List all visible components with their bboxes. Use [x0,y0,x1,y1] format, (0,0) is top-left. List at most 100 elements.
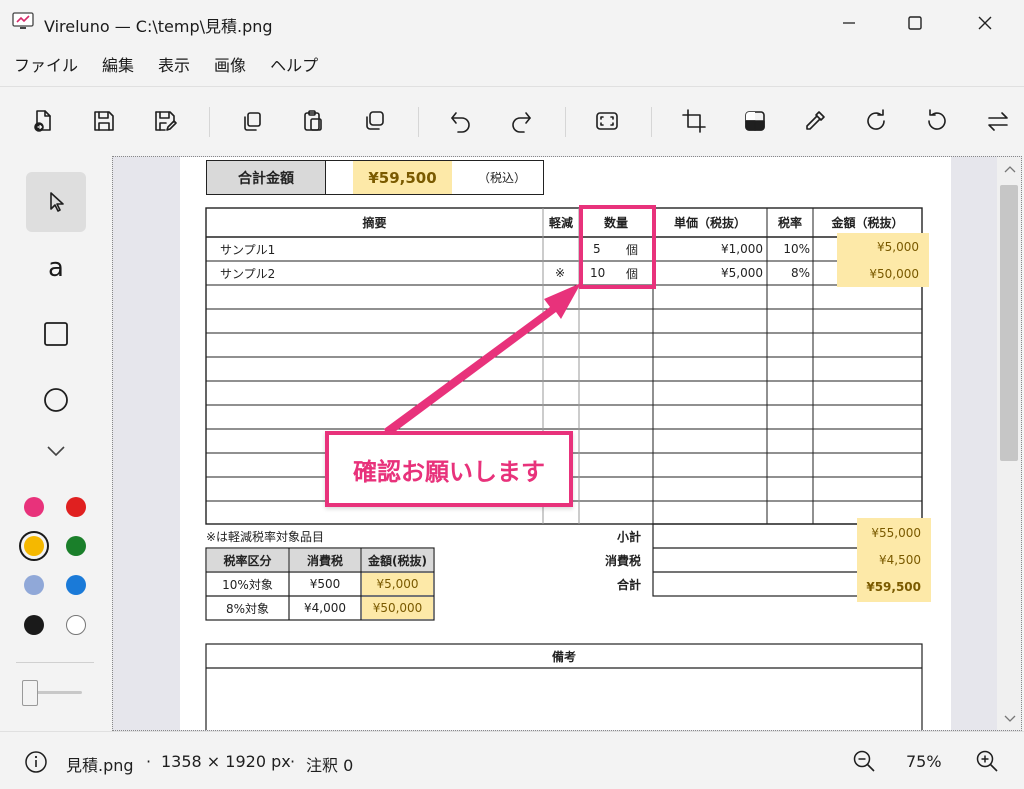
crop-button[interactable] [676,103,712,139]
title-bar: Vireluno — C:\temp\見積.png [0,0,1024,46]
scroll-down-icon[interactable] [1004,715,1016,723]
remarks-header: 備考 [551,649,576,664]
image-canvas[interactable]: 合計金額 ¥59,500 （税込） 摘要 軽減 数量 単価（税抜） 税率 金額（… [112,156,1022,731]
scroll-up-icon[interactable] [1004,165,1016,173]
invert-button[interactable] [737,103,773,139]
color-swatch-light-blue[interactable] [24,575,44,595]
status-separator: · [290,752,296,771]
rotate-left-button[interactable] [919,103,955,139]
info-icon[interactable] [24,750,48,774]
subtotal-label: 小計 [616,529,641,544]
minimize-icon [843,22,855,24]
zoom-out-icon[interactable] [852,749,876,773]
tax-row2-tax: ¥4,000 [304,601,346,615]
annotation-text: 確認お願いします [353,457,545,486]
color-swatch-yellow[interactable] [19,531,49,561]
color-swatch-black[interactable] [24,615,44,635]
close-icon [978,16,992,30]
save-as-icon [155,111,177,131]
document-image: 合計金額 ¥59,500 （税込） 摘要 軽減 数量 単価（税抜） 税率 金額（… [180,157,951,730]
menu-view[interactable]: 表示 [146,50,202,82]
more-tools-button[interactable] [26,436,86,466]
subtotal-value: ¥55,000 [857,518,931,548]
vertical-scrollbar[interactable] [997,157,1021,730]
consumption-tax-value: ¥4,500 [857,548,931,572]
fit-screen-icon [596,112,618,130]
rotate-right-icon [867,109,885,130]
stroke-width-slider[interactable] [22,680,38,706]
copy-icon [244,112,261,131]
rectangle-icon [44,322,68,346]
rectangle-tool[interactable] [26,304,86,364]
annotation-callout[interactable]: 確認お願いします [325,431,573,507]
zoom-level[interactable]: 75% [906,752,942,771]
crop-icon [682,109,706,133]
copy-button[interactable] [234,103,270,139]
menu-edit[interactable]: 編集 [90,50,146,82]
header-tax-rate: 税率 [777,216,802,230]
total-value-summary: ¥59,500 [857,572,931,602]
row1-rate: 10% [783,242,810,256]
paste-button[interactable] [295,103,331,139]
tax-row1-amount: ¥5,000 [362,573,433,595]
window-title: Vireluno — C:\temp\見積.png [44,17,273,36]
toolbar-separator [209,107,210,137]
save-icon [94,111,114,131]
undo-button[interactable] [443,103,479,139]
toolbar-separator [565,107,566,137]
tax-row2-amount: ¥50,000 [362,597,433,619]
toolbar [0,86,1024,156]
color-swatch-white[interactable] [66,615,86,635]
image-viewer-window: Vireluno — C:\temp\見積.png ファイル 編集 表示 画像 … [0,0,1024,789]
rotate-right-button[interactable] [858,103,894,139]
save-as-button[interactable] [147,103,183,139]
tax-row1-tax: ¥500 [309,577,341,591]
row2-item: サンプル2 [220,266,276,281]
color-swatch-blue[interactable] [66,575,86,595]
fit-screen-button[interactable] [589,103,625,139]
row1-amount: ¥5,000 [837,233,929,261]
paste-icon [304,110,322,131]
reduced-tax-note: ※は軽減税率対象品目 [206,529,325,544]
row1-item: サンプル1 [220,242,276,257]
eyedropper-button[interactable] [797,103,833,139]
color-swatch-pink[interactable] [24,497,44,517]
duplicate-button[interactable] [356,103,392,139]
color-swatch-green[interactable] [66,536,86,556]
redo-button[interactable] [503,103,539,139]
flip-button[interactable] [980,103,1016,139]
chevron-down-icon [47,446,65,457]
menu-file[interactable]: ファイル [0,50,90,82]
tax-header-category: 税率区分 [223,553,272,568]
annotation-highlight-rect[interactable] [579,205,656,289]
color-swatch-red[interactable] [66,497,86,517]
tax-row2-category: 8%対象 [225,601,270,616]
save-button[interactable] [86,103,122,139]
minimize-button[interactable] [814,0,884,46]
open-button[interactable] [25,103,61,139]
tax-header-amount: 金額(税抜) [368,553,427,568]
redo-icon [512,112,531,133]
tool-sidebar: a [0,156,112,731]
close-button[interactable] [950,0,1020,46]
status-filename: 見積.png [66,756,134,775]
open-icon [34,110,51,132]
zoom-in-icon[interactable] [975,749,999,773]
header-description: 摘要 [362,216,387,230]
eyedropper-icon [806,111,825,130]
menu-image[interactable]: 画像 [202,50,258,82]
flip-icon [988,112,1008,131]
scrollbar-thumb[interactable] [1000,185,1018,461]
ellipse-tool[interactable] [26,370,86,430]
app-icon [12,12,34,29]
total-label-summary: 合計 [616,577,641,592]
circle-icon [44,388,68,412]
rotate-left-icon [928,109,946,130]
row2-reduced: ※ [555,266,566,280]
toolbar-separator [651,107,652,137]
maximize-button[interactable] [880,0,950,46]
duplicate-icon [366,111,384,130]
text-tool[interactable]: a [26,238,86,298]
menu-help[interactable]: ヘルプ [258,50,330,82]
select-tool[interactable] [26,172,86,232]
